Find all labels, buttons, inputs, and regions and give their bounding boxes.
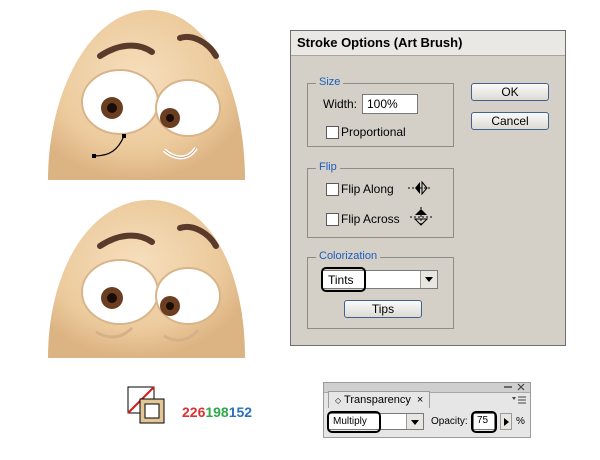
flip-along-checkbox[interactable]: [326, 183, 339, 196]
fill-stroke-swatch[interactable]: [127, 386, 177, 426]
percent-label: %: [516, 416, 525, 427]
chevron-right-icon: [503, 418, 509, 426]
flip-across-checkbox[interactable]: [326, 213, 339, 226]
flip-along-icon: [408, 180, 432, 196]
colorization-group-label: Colorization: [316, 250, 381, 262]
collapse-icon[interactable]: [504, 384, 512, 390]
tab-arrows-icon: ◇: [335, 396, 342, 405]
proportional-label: Proportional: [341, 125, 406, 139]
dialog-title: Stroke Options (Art Brush): [291, 31, 565, 56]
highlight-oval: [327, 411, 381, 433]
tab-transparency-label: Transparency: [344, 394, 411, 406]
colorization-group: Colorization Tints Tips: [307, 250, 454, 329]
rgb-values: 226198152: [182, 404, 252, 420]
opacity-label: Opacity:: [431, 416, 468, 427]
close-icon[interactable]: [517, 383, 525, 391]
tips-button[interactable]: Tips: [344, 300, 422, 318]
tab-transparency[interactable]: ◇ Transparency ×: [328, 391, 431, 408]
flip-along-label: Flip Along: [341, 182, 394, 196]
transparency-panel: ◇ Transparency × Multiply Opacity: 75 %: [323, 382, 531, 438]
flip-group: Flip Flip Along Flip Across: [307, 161, 454, 238]
opacity-slider-button[interactable]: [500, 413, 512, 430]
chevron-down-icon: [406, 414, 423, 429]
stroke-options-dialog: Stroke Options (Art Brush) Size Width: 1…: [290, 30, 566, 346]
highlight-oval: [321, 267, 366, 292]
proportional-checkbox[interactable]: [326, 126, 339, 139]
size-group-label: Size: [316, 76, 344, 88]
chevron-down-icon: [420, 271, 437, 288]
flip-group-label: Flip: [316, 161, 340, 173]
egg-character-bottom: [40, 180, 260, 360]
rgb-green: 198: [205, 404, 229, 420]
egg-character-top: [40, 2, 260, 182]
flip-across-label: Flip Across: [341, 212, 400, 226]
tab-close-icon[interactable]: ×: [417, 394, 423, 406]
size-group: Size Width: 100% Proportional: [307, 76, 454, 147]
cancel-button[interactable]: Cancel: [471, 112, 549, 130]
ok-button[interactable]: OK: [471, 83, 549, 101]
highlight-oval: [471, 411, 497, 433]
panel-menu-icon[interactable]: [512, 395, 526, 405]
rgb-red: 226: [182, 404, 206, 420]
rgb-blue: 152: [228, 404, 253, 420]
width-label: Width:: [323, 97, 358, 111]
flip-across-icon: [410, 207, 432, 227]
width-input[interactable]: 100%: [362, 94, 418, 114]
